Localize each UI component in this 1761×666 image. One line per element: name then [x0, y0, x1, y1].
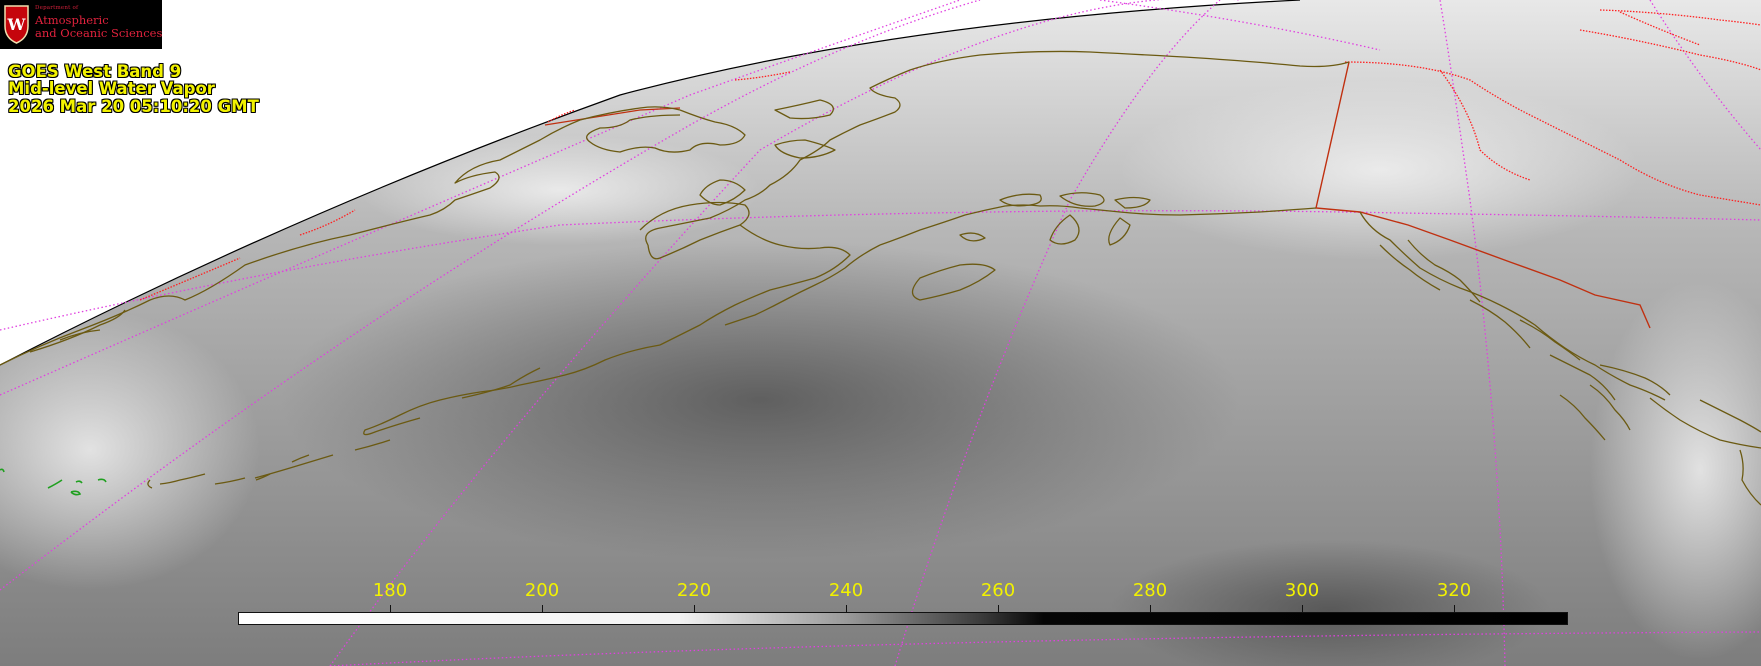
scale-tick-mark [1150, 605, 1151, 612]
scale-tick-mark [998, 605, 999, 612]
uw-crest-icon: W [4, 5, 29, 44]
logo-name-line2: and Oceanic Sciences [35, 26, 163, 40]
scale-tick-label: 280 [1132, 580, 1168, 601]
scale-tick-label: 220 [676, 580, 712, 601]
water-vapor-image [0, 0, 1761, 666]
logo-department: Department of [35, 5, 79, 11]
scale-tick-mark [846, 605, 847, 612]
caption-satellite: GOES West Band 9 [8, 62, 182, 81]
temperature-scale-bar [238, 612, 1568, 625]
scale-tick-mark [542, 605, 543, 612]
scale-tick-label: 200 [524, 580, 560, 601]
scale-tick-mark [1302, 605, 1303, 612]
scale-tick-label: 320 [1436, 580, 1472, 601]
scale-tick-label: 240 [828, 580, 864, 601]
uw-aos-logo: W Department of Atmospheric and Oceanic … [0, 0, 162, 49]
scale-tick-label: 180 [372, 580, 408, 601]
scale-tick-label: 260 [980, 580, 1016, 601]
satellite-view: W Department of Atmospheric and Oceanic … [0, 0, 1761, 666]
scale-tick-label: 300 [1284, 580, 1320, 601]
caption-product: Mid-level Water Vapor [8, 79, 215, 98]
caption-timestamp: 2026 Mar 20 05:10:20 GMT [8, 97, 259, 116]
logo-name-line1: Atmospheric [35, 13, 109, 27]
scale-tick-mark [1454, 605, 1455, 612]
svg-text:W: W [7, 15, 27, 34]
scale-tick-mark [390, 605, 391, 612]
scale-tick-mark [694, 605, 695, 612]
